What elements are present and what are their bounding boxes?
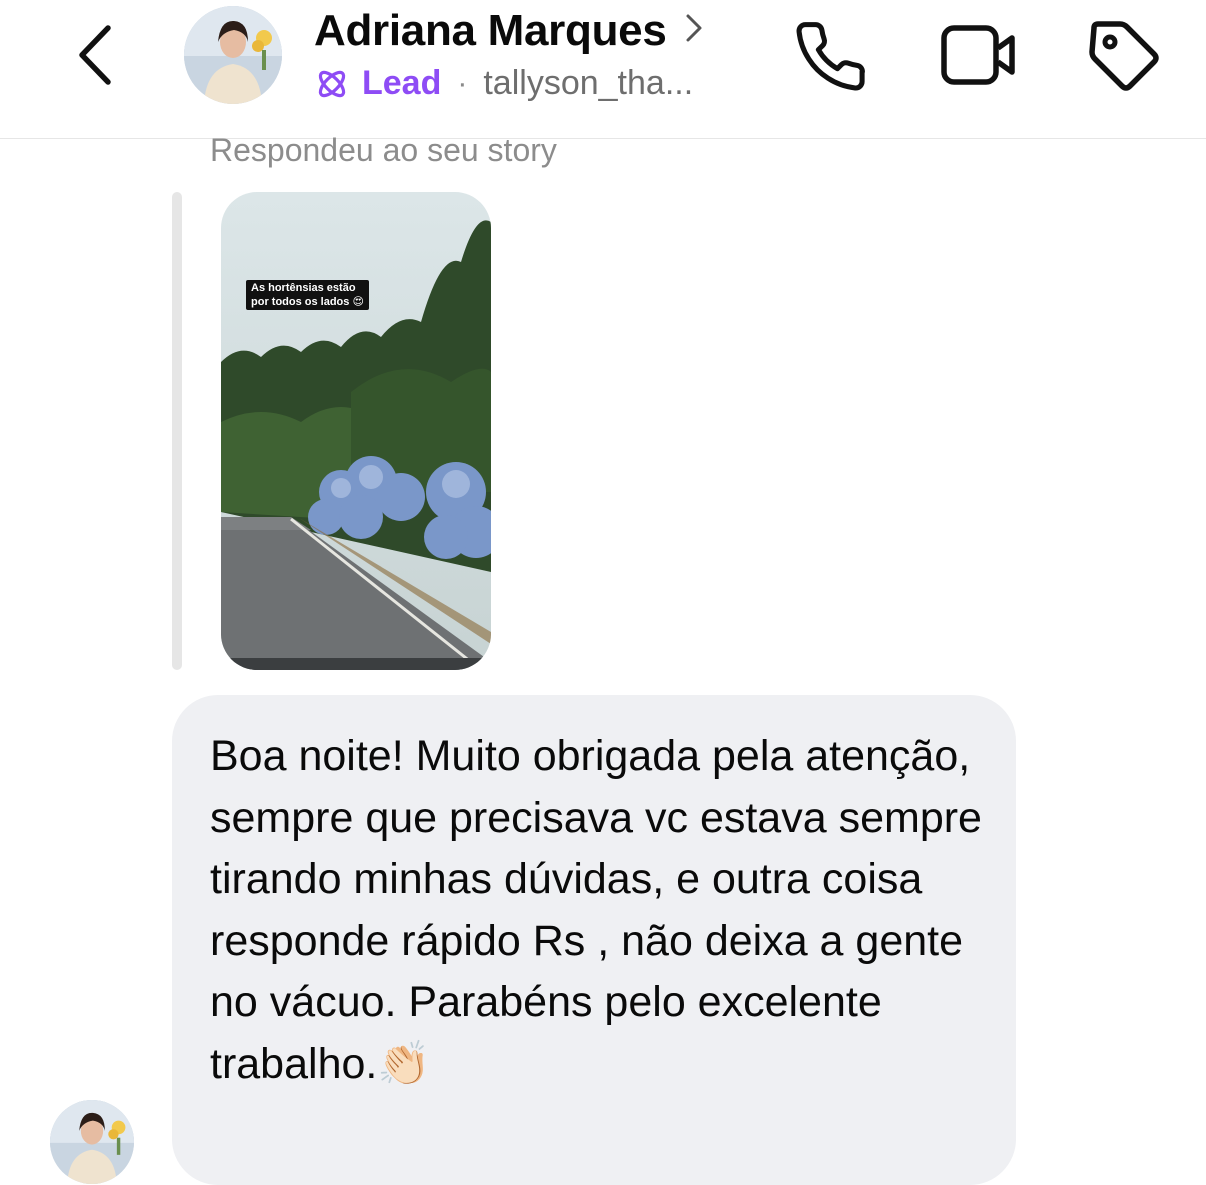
contact-name-link[interactable]: Adriana Marques	[314, 6, 705, 56]
phone-icon	[796, 22, 865, 91]
message-text: Boa noite! Muito obrigada pela atenção, …	[210, 732, 982, 1088]
tag-button[interactable]	[1086, 18, 1162, 94]
sender-avatar[interactable]	[50, 1100, 134, 1184]
story-caption: As hortênsias estão por todos os lados 😍	[246, 280, 369, 310]
reply-indicator-bar	[172, 192, 182, 670]
atom-icon	[318, 70, 346, 97]
contact-username: tallyson_tha...	[483, 64, 694, 102]
video-call-button[interactable]	[940, 18, 1016, 94]
video-camera-icon	[941, 25, 1015, 85]
contact-avatar[interactable]	[184, 6, 282, 104]
chevron-left-icon	[79, 25, 111, 85]
separator-dot: ·	[457, 66, 468, 100]
call-button[interactable]	[794, 18, 870, 94]
contact-subtitle: Lead · tallyson_tha...	[314, 64, 693, 103]
story-thumbnail[interactable]	[221, 192, 491, 670]
back-button[interactable]	[68, 20, 128, 90]
chat-header: Adriana Marques Lead · tallyson_tha...	[0, 0, 1206, 139]
story-reply-label: Respondeu ao seu story	[210, 132, 557, 168]
tag-icon	[1089, 21, 1159, 91]
contact-name: Adriana Marques	[314, 6, 667, 55]
lead-label: Lead	[362, 64, 442, 102]
chevron-right-icon	[686, 14, 701, 42]
